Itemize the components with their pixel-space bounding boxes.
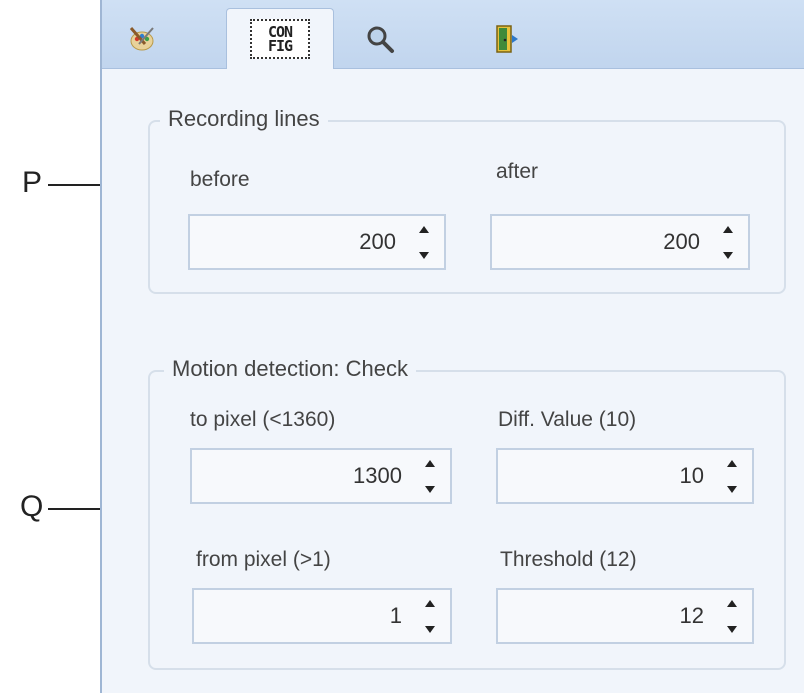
threshold-value[interactable]: 12 — [680, 603, 704, 629]
to-pixel-label: to pixel (<1360) — [190, 408, 336, 431]
from-pixel-decrement-icon[interactable] — [425, 626, 435, 633]
before-label: before — [190, 168, 250, 191]
after-label: after — [496, 160, 539, 183]
magnifier-icon — [367, 26, 394, 53]
brush-palette-icon — [129, 27, 154, 51]
diff-value-value[interactable]: 10 — [680, 463, 704, 489]
before-decrement-icon[interactable] — [419, 252, 429, 259]
tab-search[interactable] — [350, 10, 410, 68]
to-pixel-spin-buttons[interactable] — [418, 456, 442, 500]
tab-exit[interactable] — [476, 10, 536, 68]
after-value[interactable]: 200 — [663, 229, 700, 255]
threshold-label: Threshold (12) — [500, 548, 637, 571]
callout-q-label: Q — [20, 490, 44, 523]
from-pixel-label: from pixel (>1) — [196, 548, 331, 571]
callout-p-label: P — [22, 166, 43, 199]
to-pixel-spinbox[interactable]: 1300 — [190, 448, 452, 504]
diff-value-spin-buttons[interactable] — [720, 456, 744, 500]
after-spinbox[interactable]: 200 — [490, 214, 750, 270]
config-icon-text-bottom: FIG — [267, 37, 293, 55]
after-increment-icon[interactable] — [723, 226, 733, 233]
before-spin-buttons[interactable] — [412, 222, 436, 266]
before-increment-icon[interactable] — [419, 226, 429, 233]
recording-lines-legend: Recording lines — [160, 106, 328, 132]
to-pixel-increment-icon[interactable] — [425, 460, 435, 467]
to-pixel-value[interactable]: 1300 — [353, 463, 402, 489]
threshold-spin-buttons[interactable] — [720, 596, 744, 640]
diff-value-label: Diff. Value (10) — [498, 408, 637, 431]
threshold-spinbox[interactable]: 12 — [496, 588, 754, 644]
threshold-decrement-icon[interactable] — [727, 626, 737, 633]
before-spinbox[interactable]: 200 — [188, 214, 446, 270]
tab-display[interactable] — [112, 10, 172, 68]
from-pixel-value[interactable]: 1 — [390, 603, 402, 629]
before-value[interactable]: 200 — [359, 229, 396, 255]
to-pixel-decrement-icon[interactable] — [425, 486, 435, 493]
after-spin-buttons[interactable] — [716, 222, 740, 266]
after-decrement-icon[interactable] — [723, 252, 733, 259]
threshold-increment-icon[interactable] — [727, 600, 737, 607]
motion-detection-legend: Motion detection: Check — [164, 356, 417, 382]
diff-value-increment-icon[interactable] — [727, 460, 737, 467]
tab-bar: CON FIG — [102, 0, 804, 69]
from-pixel-spinbox[interactable]: 1 — [192, 588, 452, 644]
tab-config[interactable]: CON FIG — [226, 8, 334, 69]
config-icon: CON FIG — [250, 19, 310, 59]
config-panel: CON FIG Recording lines before after 200… — [100, 0, 804, 693]
from-pixel-increment-icon[interactable] — [425, 600, 435, 607]
diff-value-spinbox[interactable]: 10 — [496, 448, 754, 504]
from-pixel-spin-buttons[interactable] — [418, 596, 442, 640]
exit-door-icon — [496, 25, 518, 53]
diff-value-decrement-icon[interactable] — [727, 486, 737, 493]
